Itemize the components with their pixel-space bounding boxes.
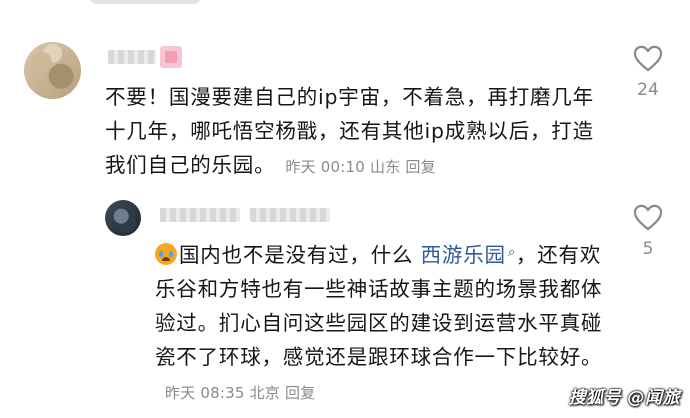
comment-body: 不要！国漫要建自己的ip宇宙，不着急，再打磨几年十几年，哪吒悟空杨戬，还有其他i…: [105, 80, 605, 184]
search-icon[interactable]: ⌕: [508, 245, 516, 260]
like-count: 24: [637, 80, 659, 100]
like-button[interactable]: 24: [628, 45, 668, 100]
reply-target-blurred[interactable]: [250, 208, 330, 222]
reply-location: 北京: [249, 384, 281, 402]
like-count: 5: [642, 239, 654, 259]
crying-face-emoji-icon: [155, 243, 177, 265]
reply-time: 昨天 08:35: [165, 384, 245, 402]
previous-comment-fragment: [90, 0, 200, 4]
reply-button[interactable]: 回复: [285, 384, 315, 402]
watermark: 搜狐号 @闻旅: [568, 388, 680, 408]
comment-location: 山东: [370, 158, 401, 176]
heart-outline-icon: [633, 45, 663, 72]
comment-meta: 昨天 00:10 山东 回复: [285, 158, 440, 176]
user-badge-icon: [160, 46, 182, 68]
heart-outline-icon: [633, 204, 663, 231]
avatar[interactable]: [24, 42, 81, 99]
reply-button[interactable]: 回复: [405, 158, 435, 176]
username-blurred[interactable]: [108, 50, 156, 64]
reply-meta: 昨天 08:35 北京 回复: [165, 384, 320, 402]
topic-link[interactable]: 西游乐园: [421, 243, 506, 267]
reply-text-before-link: 国内也不是没有过，什么: [179, 243, 421, 267]
comment-thread: 不要！国漫要建自己的ip宇宙，不着急，再打磨几年十几年，哪吒悟空杨戬，还有其他i…: [0, 0, 690, 418]
username-blurred[interactable]: [160, 208, 240, 222]
avatar[interactable]: [105, 200, 141, 236]
reply-body: 国内也不是没有过，什么 西游乐园 ⌕，还有欢乐谷和方特也有一些神话故事主题的场景我…: [155, 236, 615, 410]
like-button[interactable]: 5: [628, 204, 668, 259]
comment-time: 昨天 00:10: [285, 158, 366, 176]
